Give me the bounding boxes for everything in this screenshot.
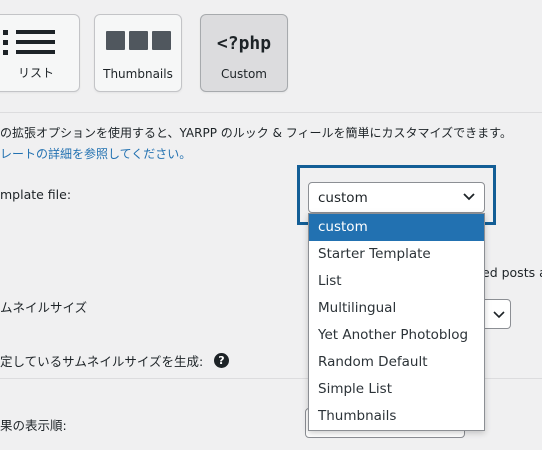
dropdown-option[interactable]: Starter Template — [309, 241, 484, 268]
thumbnails-icon — [106, 31, 172, 53]
dropdown-option[interactable]: Random Default — [309, 349, 484, 376]
list-icon — [3, 30, 55, 58]
thumbnail-size-label: ムネイルサイズ — [0, 300, 88, 315]
help-icon[interactable]: ? — [214, 353, 229, 368]
custom-template-description: の拡張オプションを使用すると、YARPP のルック & フィールを簡単にカスタマ… — [0, 126, 512, 140]
partial-option-text: ed posts as — [482, 265, 542, 280]
dropdown-option[interactable]: Simple List — [309, 376, 484, 403]
result-order-label: 果の表示順: — [0, 418, 67, 433]
dropdown-option[interactable]: Thumbnails — [309, 403, 484, 430]
template-custom-button[interactable]: <?php Custom — [200, 14, 288, 92]
template-custom-label: Custom — [221, 67, 267, 81]
dropdown-option[interactable]: List — [309, 268, 484, 295]
php-code-icon: <?php — [216, 33, 272, 54]
template-file-label: mplate file: — [0, 187, 72, 202]
template-thumbnails-label: Thumbnails — [103, 67, 173, 81]
template-list-button[interactable]: リスト — [0, 14, 80, 92]
chevron-down-icon — [493, 311, 505, 319]
template-thumbnails-button[interactable]: Thumbnails — [94, 14, 182, 92]
template-file-select[interactable]: custom — [308, 182, 485, 213]
generate-thumbnail-label: 定しているサムネイルサイズを生成: — [0, 354, 204, 369]
dropdown-option[interactable]: custom — [309, 214, 484, 241]
chevron-down-icon — [463, 193, 475, 201]
template-file-dropdown: custom Starter Template List Multilingua… — [308, 213, 485, 431]
template-file-select-value: custom — [318, 190, 368, 206]
template-list-label: リスト — [17, 66, 54, 80]
dropdown-option[interactable]: Yet Another Photoblog — [309, 322, 484, 349]
template-details-link[interactable]: レートの詳細を参照してください。 — [0, 147, 191, 161]
dropdown-option[interactable]: Multilingual — [309, 295, 484, 322]
section-divider — [0, 112, 542, 113]
